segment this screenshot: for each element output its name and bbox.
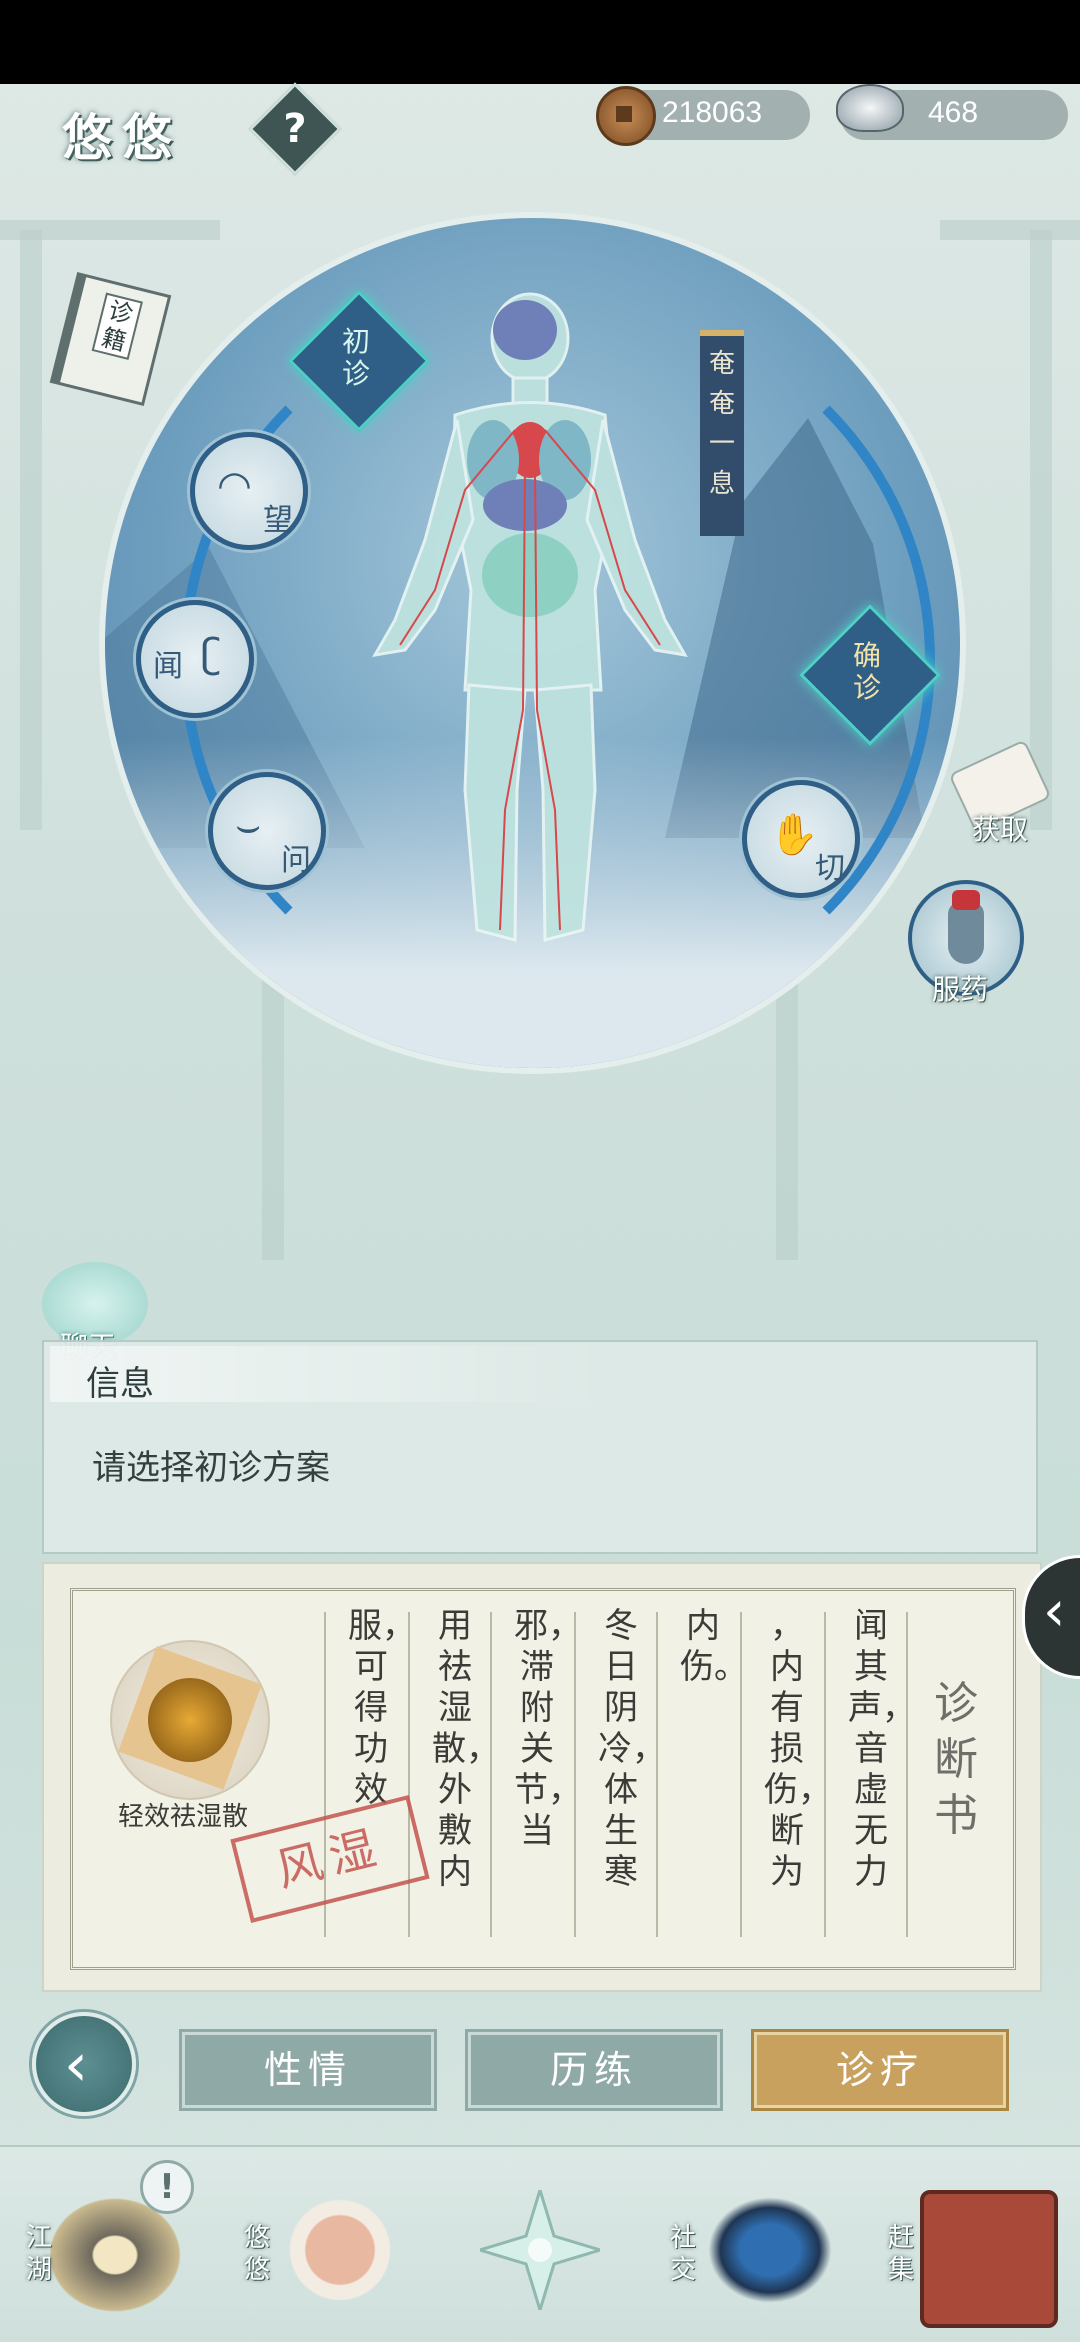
column-divider: [906, 1612, 908, 1937]
silver-ingot-icon: [836, 84, 904, 132]
nav-label-jianghu: 江湖: [25, 2223, 52, 2285]
diagnosis-book-title: 诊断书: [934, 1678, 978, 1841]
copper-coin-counter[interactable]: 218063: [596, 86, 810, 146]
eye-icon: ◠: [217, 463, 252, 509]
obtain-label: 获取: [972, 813, 1029, 846]
diagnosis-records-book[interactable]: 诊籍: [49, 271, 172, 407]
silver-counter[interactable]: 468: [836, 84, 1068, 140]
book-label: 诊籍: [91, 292, 143, 360]
first-diagnosis-button[interactable]: 初诊: [288, 290, 430, 432]
diagnosis-text-column: 闻其声，音虚无力: [848, 1606, 916, 1892]
obtain-button[interactable]: 获取: [948, 739, 1058, 850]
help-button[interactable]: ?: [248, 82, 342, 176]
alert-badge: !: [140, 2160, 194, 2214]
column-divider: [656, 1612, 658, 1937]
back-arrow-icon: ‹: [64, 2030, 88, 2100]
status-bar: [0, 0, 1080, 84]
diagnosis-text-column: 内伤。: [680, 1606, 748, 1687]
compass-star-icon: [474, 2184, 606, 2316]
center-home-button[interactable]: [474, 2184, 606, 2316]
tab-experience[interactable]: 历练: [465, 2029, 723, 2111]
nav-label-market: 赶集: [887, 2223, 914, 2285]
diagnosis-text-column: ，内有损伤，断为: [764, 1606, 832, 1892]
condition-banner: 奄奄一息: [700, 330, 744, 536]
copper-coin-icon: [596, 86, 656, 146]
market-nav-item[interactable]: [920, 2190, 1058, 2328]
remedy-item[interactable]: [110, 1640, 270, 1800]
diagnosis-text-column: 邪，滞附关节，当: [514, 1606, 582, 1851]
diagnosis-text-column: 用祛湿散，外敷内: [432, 1606, 500, 1892]
method-ask-label: 问: [281, 843, 311, 878]
gate-beam-right: [940, 220, 1080, 240]
medicine-cork: [952, 890, 980, 910]
column-divider: [408, 1612, 410, 1937]
take-medicine-button[interactable]: 服药: [908, 880, 1024, 1006]
method-pulse-label: 切: [815, 851, 845, 886]
herb-pill-icon: [148, 1678, 232, 1762]
lips-icon: ⌣: [235, 803, 262, 849]
method-look-button[interactable]: ◠ 望: [190, 432, 308, 550]
medicine-bottle-icon: [948, 902, 984, 964]
condition-text: 奄奄一息: [708, 349, 735, 499]
copper-coin-value: 218063: [662, 96, 763, 129]
info-title: 信息: [86, 1364, 154, 1404]
back-button[interactable]: ‹: [32, 2012, 136, 2116]
method-listen-button[interactable]: ʗ 闻: [136, 600, 254, 718]
method-listen-label: 闻: [153, 649, 183, 684]
nav-label-social: 社交: [669, 2223, 696, 2285]
tab-temperament[interactable]: 性情: [179, 2029, 437, 2111]
method-look-label: 望: [263, 503, 293, 538]
confirm-diagnosis-button[interactable]: 确诊: [799, 604, 941, 746]
gate-pillar-left: [20, 230, 42, 830]
diagnosis-text-column: 服，可得功效: [348, 1606, 416, 1810]
take-medicine-label: 服药: [932, 973, 989, 1006]
remedy-name: 轻效祛湿散: [118, 1802, 249, 1832]
column-divider: [490, 1612, 492, 1937]
method-ask-button[interactable]: ⌣ 问: [208, 772, 326, 890]
info-message: 请选择初诊方案: [92, 1448, 330, 1488]
tab-treatment[interactable]: 诊疗: [751, 2029, 1009, 2111]
hand-icon: ✋: [769, 812, 819, 858]
ear-icon: ʗ: [201, 631, 222, 677]
gate-beam-left: [0, 220, 220, 240]
method-pulse-button[interactable]: ✋ 切: [742, 780, 860, 898]
help-icon: ?: [283, 106, 307, 152]
confirm-diagnosis-label: 确诊: [852, 639, 881, 704]
page-title: 悠悠: [62, 108, 182, 167]
chevron-left-icon: ‹: [1043, 1579, 1066, 1644]
first-diagnosis-label: 初诊: [341, 325, 370, 390]
social-nav-item[interactable]: [700, 2190, 840, 2310]
youyou-nav-item[interactable]: [280, 2190, 400, 2310]
diagnosis-text-column: 冬日阴冷，体生寒: [598, 1606, 666, 1892]
silver-value: 468: [928, 96, 979, 129]
nav-label-youyou: 悠悠: [243, 2223, 270, 2285]
